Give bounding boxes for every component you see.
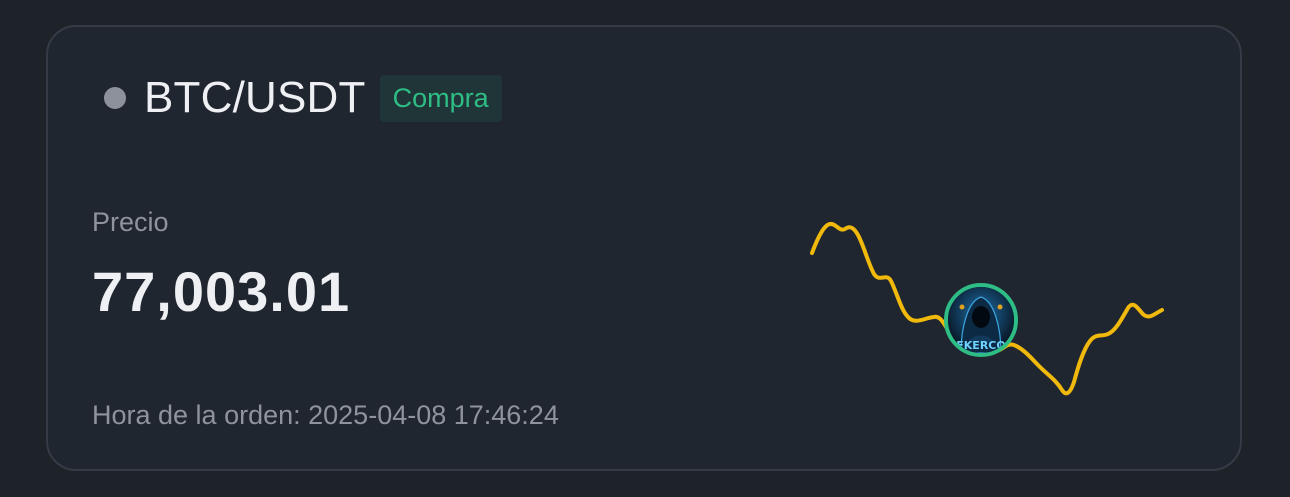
avatar-text: EKERCO [956,339,1005,352]
order-header: BTC/USDT Compra [104,73,502,123]
order-card: BTC/USDT Compra Precio 77,003.01 Hora de… [46,25,1242,471]
trading-pair: BTC/USDT [144,73,366,122]
status-dot-icon [104,87,126,109]
price-label: Precio [92,207,169,237]
side-badge: Compra [379,74,502,122]
order-time: Hora de la orden: 2025-04-08 17:46:24 [92,400,559,430]
price-value: 77,003.01 [92,260,351,323]
hooded-hacker-avatar-icon: EKERCO [944,283,1018,357]
